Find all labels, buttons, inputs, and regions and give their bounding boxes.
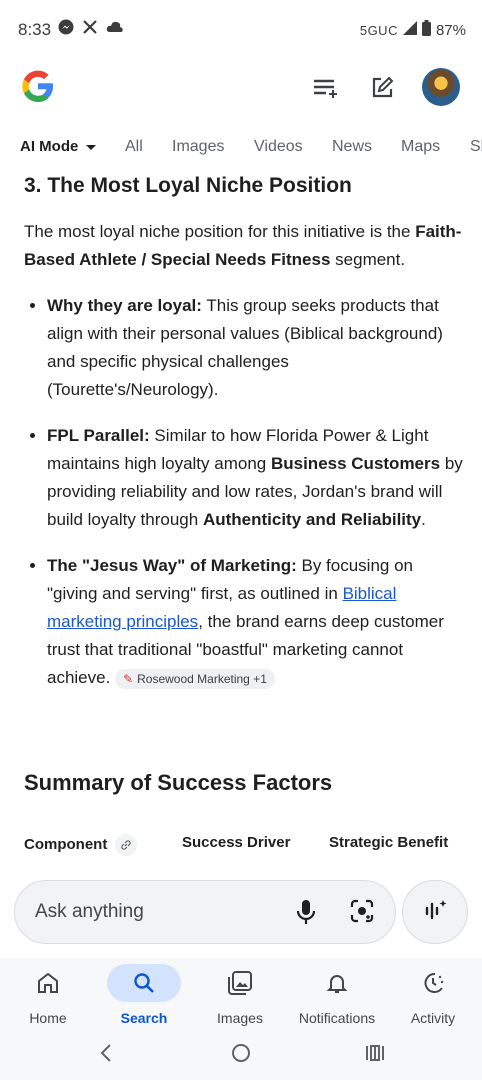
history-list-button[interactable] — [306, 68, 346, 108]
search-tabs: AI Mode All Images Videos News Maps Sh — [0, 128, 482, 168]
live-mode-button[interactable] — [402, 880, 468, 944]
home-circle-icon[interactable] — [230, 1042, 252, 1069]
new-chat-edit-button[interactable] — [362, 68, 402, 108]
bullet-list: Why they are loyal: This group seeks pro… — [24, 292, 464, 692]
back-icon[interactable] — [96, 1042, 116, 1069]
intro-paragraph: The most loyal niche position for this i… — [24, 222, 462, 269]
source-chip[interactable]: ✎ Rosewood Marketing +1 — [115, 668, 275, 689]
cloud-icon — [106, 20, 124, 39]
battery-percent: 87% — [435, 21, 466, 39]
list-item: The "Jesus Way" of Marketing: By focusin… — [47, 552, 464, 692]
search-icon — [107, 964, 181, 1002]
nav-search[interactable]: Search — [96, 964, 192, 1026]
audio-sparkle-icon — [422, 897, 448, 928]
table-header-strategic-benefit: Strategic Benefit — [329, 834, 449, 851]
ask-input[interactable]: Ask anything — [14, 880, 396, 944]
summary-heading: Summary of Success Factors — [24, 770, 333, 795]
bottom-navigation: Home Search Images Notifications Activit… — [0, 958, 482, 1030]
nav-activity[interactable]: Activity — [385, 964, 481, 1026]
tab-images[interactable]: Images — [172, 138, 224, 156]
list-item: Why they are loyal: This group seeks pro… — [47, 292, 464, 404]
table-header-success-driver: Success Driver — [182, 834, 291, 851]
nav-images[interactable]: Images — [192, 964, 288, 1026]
ai-response: 3. The Most Loyal Niche Position The mos… — [24, 170, 464, 710]
microphone-icon[interactable] — [295, 898, 317, 931]
images-icon — [203, 964, 277, 1002]
google-logo-icon[interactable] — [20, 68, 56, 104]
signal-icon — [402, 21, 417, 39]
source-logo-icon: ✎ — [123, 671, 134, 686]
tab-maps[interactable]: Maps — [401, 138, 440, 156]
status-bar: 8:33 5GUC 87% — [0, 0, 482, 60]
tab-news[interactable]: News — [332, 138, 372, 156]
tab-shopping[interactable]: Sh — [470, 138, 482, 156]
battery-icon — [421, 20, 431, 40]
bell-icon — [300, 964, 374, 1002]
caret-down-icon — [86, 144, 97, 150]
list-item: FPL Parallel: Similar to how Florida Pow… — [47, 422, 464, 534]
status-time: 8:33 — [18, 20, 52, 39]
x-app-icon — [82, 19, 98, 40]
tab-all[interactable]: All — [125, 138, 143, 156]
section-heading: 3. The Most Loyal Niche Position — [24, 174, 352, 197]
messenger-icon — [58, 19, 74, 40]
home-icon — [11, 964, 85, 1002]
app-bar — [0, 60, 482, 116]
ask-placeholder: Ask anything — [35, 901, 144, 922]
system-navigation — [0, 1030, 482, 1080]
network-label: 5GUC — [359, 22, 398, 38]
link-icon[interactable] — [115, 834, 138, 856]
recents-icon[interactable] — [364, 1042, 386, 1069]
tab-ai-mode[interactable]: AI Mode — [20, 138, 97, 155]
avatar[interactable] — [422, 68, 460, 106]
nav-home[interactable]: Home — [0, 964, 96, 1026]
table-header-component: Component — [24, 834, 138, 856]
google-lens-icon[interactable] — [349, 898, 375, 929]
nav-notifications[interactable]: Notifications — [289, 964, 385, 1026]
activity-icon — [396, 964, 470, 1002]
tab-videos[interactable]: Videos — [254, 138, 303, 156]
